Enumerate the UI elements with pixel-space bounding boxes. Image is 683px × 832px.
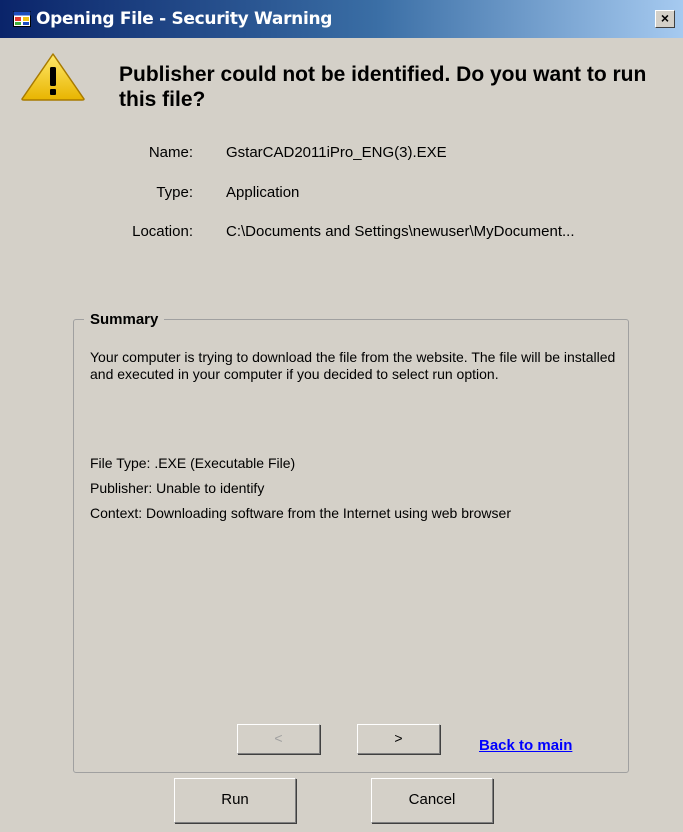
run-button[interactable]: Run: [174, 778, 296, 823]
title-bar[interactable]: Opening File - Security Warning ×: [0, 0, 683, 38]
summary-title: Summary: [84, 311, 165, 328]
window-title: Opening File - Security Warning: [36, 9, 333, 29]
warning-triangle-icon: [21, 53, 85, 101]
location-label: Location:: [132, 223, 193, 240]
location-value: C:\Documents and Settings\newuser\MyDocu…: [226, 223, 575, 240]
close-icon: ×: [660, 10, 670, 26]
type-label: Type:: [156, 184, 193, 201]
file-type-line: File Type: .EXE (Executable File): [90, 455, 296, 471]
cancel-button[interactable]: Cancel: [371, 778, 493, 823]
name-label: Name:: [148, 144, 193, 161]
close-button[interactable]: ×: [655, 10, 675, 28]
type-value: Application: [226, 184, 300, 201]
warning-headline: Publisher could not be identified. Do yo…: [119, 63, 647, 111]
summary-description: Your computer is trying to download the …: [90, 349, 616, 382]
context-line: Context: Downloading software from the I…: [90, 505, 511, 521]
name-value: GstarCAD2011iPro_ENG(3).EXE: [226, 144, 447, 161]
next-button[interactable]: >: [357, 724, 440, 754]
prev-button[interactable]: <: [237, 724, 320, 754]
publisher-line: Publisher: Unable to identify: [90, 480, 265, 496]
security-warning-dialog: Opening File - Security Warning × Publis…: [0, 0, 683, 832]
back-to-main-link[interactable]: Back to main: [479, 737, 572, 754]
app-window-icon: [13, 11, 31, 27]
chevron-right-icon: >: [394, 730, 403, 746]
chevron-left-icon: <: [274, 730, 283, 746]
summary-group: [73, 319, 629, 773]
